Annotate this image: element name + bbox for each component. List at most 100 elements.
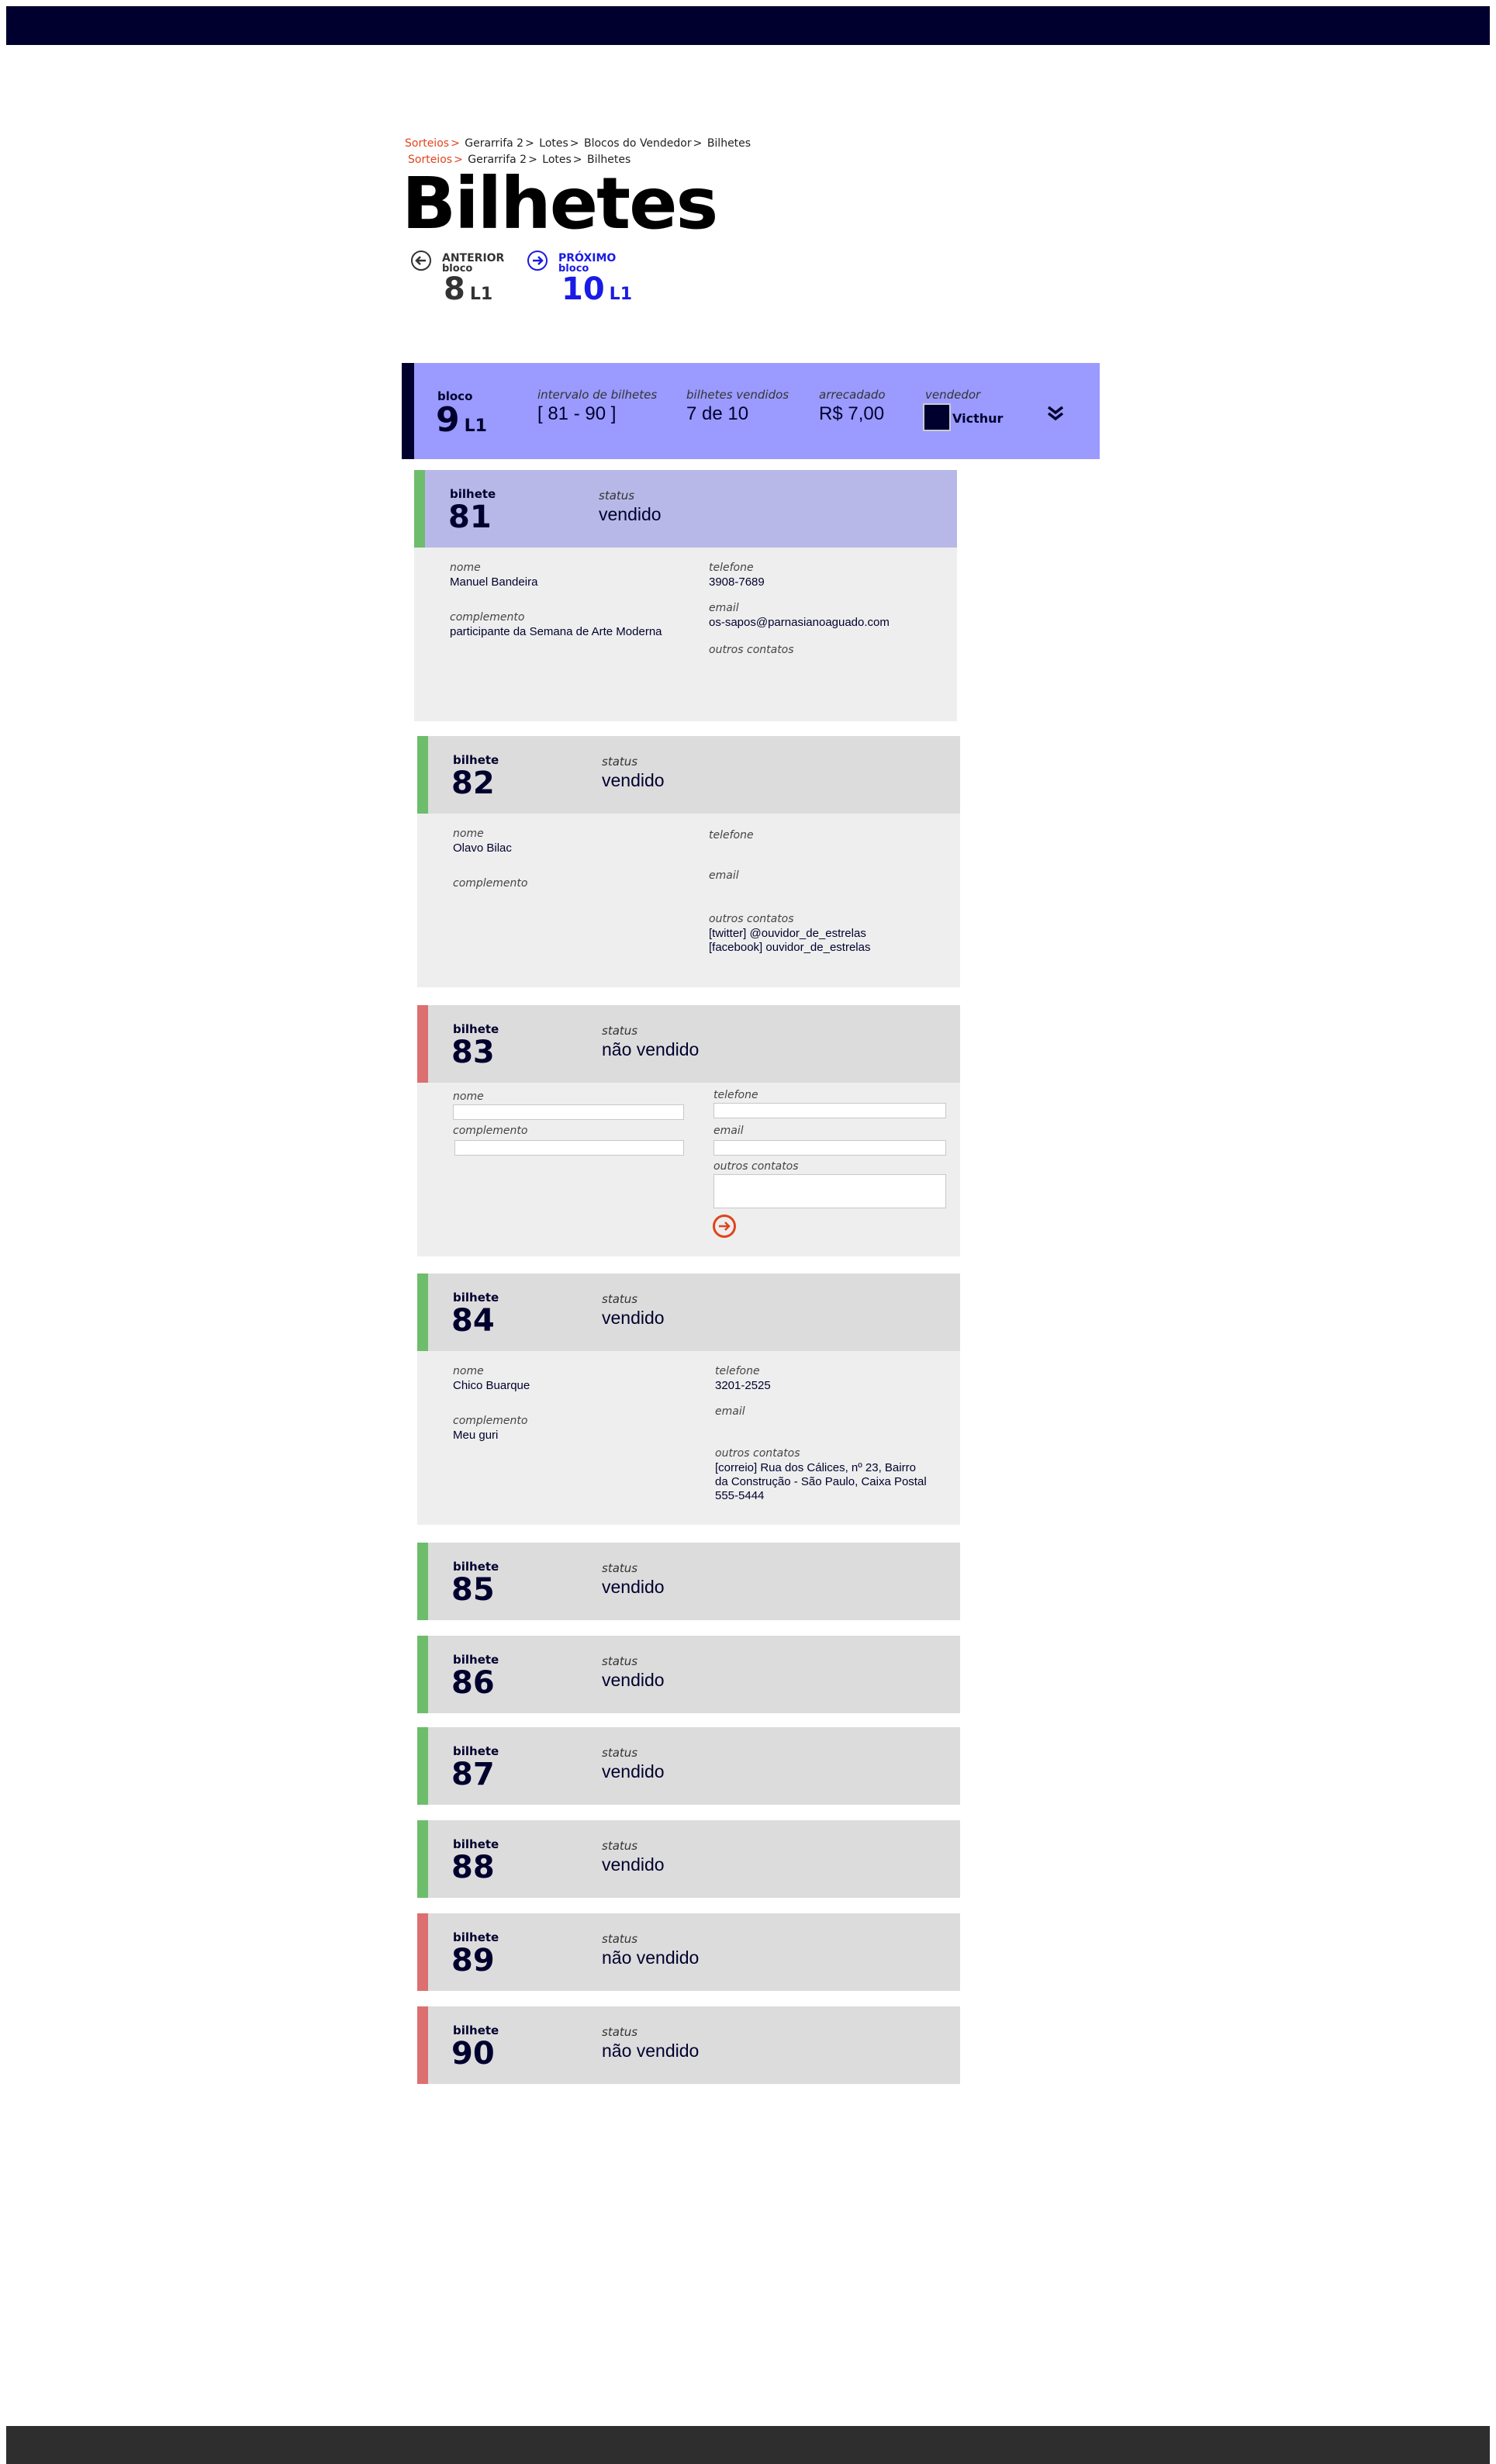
bilhete-number: 88 — [451, 1850, 495, 1885]
email-label: email — [709, 602, 739, 614]
ticket-header[interactable]: bilhete 81 status vendido — [414, 470, 957, 548]
breadcrumb-sorteios[interactable]: Sorteios — [405, 137, 449, 150]
ticket-83[interactable]: bilhete 83 status não vendido nome compl… — [417, 1005, 960, 1256]
nome-label: nome — [450, 562, 481, 574]
ticket-header[interactable]: bilhete 86 status vendido — [417, 1636, 960, 1713]
status-bar-sold — [417, 1273, 428, 1351]
complemento-value: participante da Semana de Arte Moderna — [450, 625, 662, 638]
bilhete-number: 85 — [451, 1572, 495, 1608]
outros-contatos-line: 555-5444 — [715, 1489, 765, 1502]
outros-contatos-textarea[interactable] — [713, 1174, 946, 1208]
telefone-input[interactable] — [713, 1103, 946, 1118]
bilhete-number: 86 — [451, 1665, 495, 1701]
ticket-85[interactable]: bilhete 85 status vendido — [417, 1543, 960, 1620]
ticket-90[interactable]: bilhete 90 status não vendido — [417, 2006, 960, 2084]
nome-value: Olavo Bilac — [453, 841, 512, 855]
status-value: vendido — [602, 1577, 665, 1597]
ticket-header[interactable]: bilhete 82 status vendido — [417, 736, 960, 814]
arrecadado-value: R$ 7,00 — [819, 403, 885, 424]
ticket-81[interactable]: bilhete 81 status vendido nome Manuel Ba… — [414, 470, 957, 721]
nome-label: nome — [453, 1365, 484, 1377]
arrow-left-icon — [411, 251, 431, 271]
status-label: status — [602, 1654, 638, 1668]
page-title: Bilhetes — [402, 162, 718, 245]
status-value: não vendido — [602, 1039, 700, 1059]
ticket-header[interactable]: bilhete 85 status vendido — [417, 1543, 960, 1620]
vendedor-name[interactable]: Victhur — [952, 411, 1003, 426]
complemento-input[interactable] — [454, 1140, 684, 1156]
bilhete-number: 89 — [451, 1943, 495, 1978]
telefone-value: 3201-2525 — [715, 1379, 771, 1392]
bilhete-number: 82 — [451, 765, 495, 801]
outros-contatos-label: outros contatos — [713, 1160, 799, 1173]
status-bar-sold — [417, 1543, 428, 1620]
status-bar-sold — [417, 1636, 428, 1713]
email-value: os-sapos@parnasianoaguado.com — [709, 616, 890, 629]
block-summary: bloco 9 L1 intervalo de bilhetes [ 81 - 9… — [402, 363, 1100, 459]
email-input[interactable] — [713, 1140, 946, 1156]
ticket-header[interactable]: bilhete 90 status não vendido — [417, 2006, 960, 2084]
complemento-label: complemento — [450, 611, 525, 624]
ticket-header[interactable]: bilhete 88 status vendido — [417, 1820, 960, 1898]
status-bar-sold — [417, 736, 428, 814]
ticket-84[interactable]: bilhete 84 status vendido nome Chico Bua… — [417, 1273, 960, 1525]
email-label: email — [713, 1125, 744, 1137]
status-label: status — [602, 1292, 638, 1306]
status-bar-unsold — [417, 1913, 428, 1991]
block-edge — [402, 363, 414, 459]
status-bar-sold — [417, 1727, 428, 1805]
arrow-right-icon — [527, 251, 548, 271]
complemento-label: complemento — [453, 1125, 528, 1137]
status-value: não vendido — [602, 2041, 700, 2061]
status-bar-sold — [414, 470, 425, 548]
nome-input[interactable] — [453, 1104, 684, 1120]
ticket-details: nome Manuel Bandeira complemento partici… — [414, 548, 957, 721]
status-value: vendido — [602, 770, 665, 790]
expand-icon[interactable] — [1045, 403, 1066, 423]
status-bar-sold — [417, 1820, 428, 1898]
bilhete-number: 81 — [448, 499, 492, 535]
ticket-header[interactable]: bilhete 84 status vendido — [417, 1273, 960, 1351]
bilhete-number: 84 — [451, 1303, 495, 1339]
outros-contatos-label: outros contatos — [709, 913, 794, 925]
footer-bar — [6, 2426, 1490, 2464]
telefone-label: telefone — [715, 1365, 760, 1377]
status-value: vendido — [599, 504, 662, 524]
status-label: status — [602, 1839, 638, 1853]
breadcrumb-bilhetes: Bilhetes — [707, 137, 751, 150]
complemento-label: complemento — [453, 877, 528, 890]
outros-contatos-label: outros contatos — [715, 1447, 800, 1460]
email-label: email — [715, 1405, 745, 1418]
ticket-87[interactable]: bilhete 87 status vendido — [417, 1727, 960, 1805]
status-label: status — [602, 1561, 638, 1575]
ticket-header[interactable]: bilhete 83 status não vendido — [417, 1005, 960, 1083]
complemento-value: Meu guri — [453, 1429, 499, 1442]
submit-arrow-icon[interactable] — [713, 1215, 736, 1238]
previous-block-number: 8 L1 — [444, 271, 493, 307]
ticket-86[interactable]: bilhete 86 status vendido — [417, 1636, 960, 1713]
ticket-details: nome Olavo Bilac complemento telefone em… — [417, 814, 960, 987]
status-value: vendido — [602, 1308, 665, 1328]
bilhete-number: 83 — [451, 1035, 495, 1070]
breadcrumb: Sorteios > Gerarrifa 2 > Lotes > Blocos do … — [405, 137, 751, 150]
status-value: vendido — [602, 1761, 665, 1781]
status-label: status — [602, 2025, 638, 2039]
ticket-89[interactable]: bilhete 89 status não vendido — [417, 1913, 960, 1991]
ticket-header[interactable]: bilhete 89 status não vendido — [417, 1913, 960, 1991]
status-value: vendido — [602, 1854, 665, 1875]
intervalo-label: intervalo de bilhetes — [537, 388, 658, 402]
next-block-number: 10 L1 — [561, 271, 632, 307]
ticket-header[interactable]: bilhete 87 status vendido — [417, 1727, 960, 1805]
outros-contatos-label: outros contatos — [709, 644, 794, 656]
breadcrumb-sorteio[interactable]: Gerarrifa 2 — [465, 137, 523, 150]
ticket-82[interactable]: bilhete 82 status vendido nome Olavo Bil… — [417, 736, 960, 987]
outros-contatos-line: da Construção - São Paulo, Caixa Postal — [715, 1475, 927, 1488]
ticket-88[interactable]: bilhete 88 status vendido — [417, 1820, 960, 1898]
complemento-label: complemento — [453, 1415, 528, 1427]
status-label: status — [602, 1024, 638, 1038]
status-bar-unsold — [417, 2006, 428, 2084]
breadcrumb-blocos-vendedor[interactable]: Blocos do Vendedor — [584, 137, 692, 150]
vendedor-avatar — [923, 403, 951, 431]
status-label: status — [599, 489, 635, 503]
breadcrumb-lotes[interactable]: Lotes — [539, 137, 568, 150]
